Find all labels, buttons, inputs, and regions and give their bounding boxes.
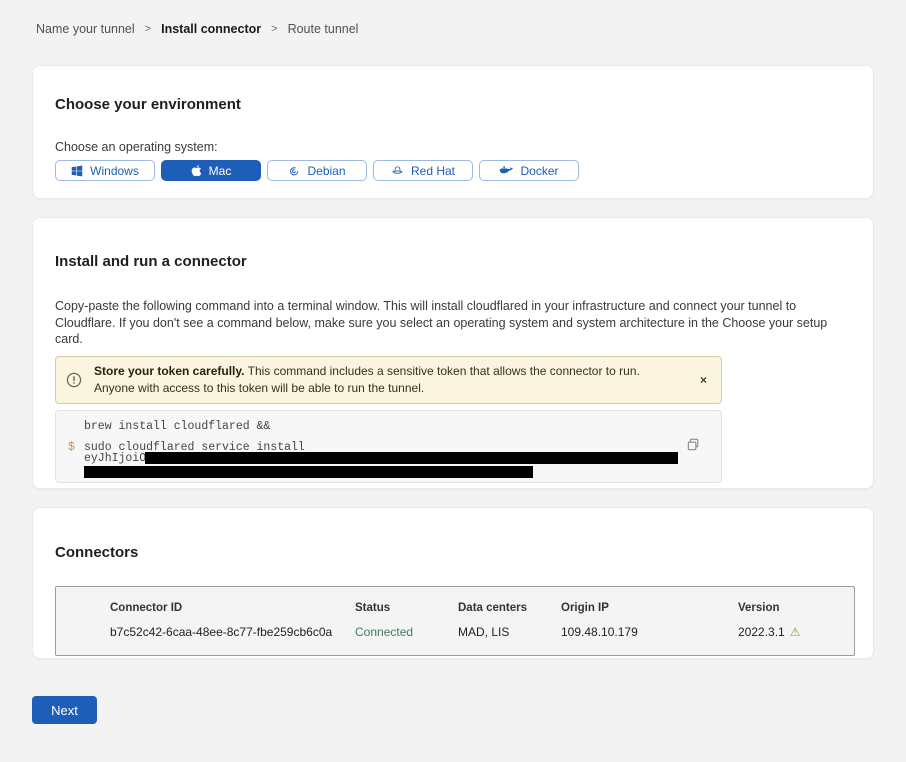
os-button-redhat[interactable]: Red Hat [373, 160, 473, 181]
token-redaction-bar [84, 466, 533, 478]
breadcrumb-separator: > [271, 23, 277, 35]
install-connector-card: Install and run a connector Copy-paste t… [32, 217, 874, 489]
status-badge: Connected [355, 625, 458, 639]
token-prefix: eyJhIjoiO [84, 452, 146, 465]
os-button-label: Docker [520, 164, 558, 178]
connectors-card-title: Connectors [55, 544, 851, 561]
os-button-row: Windows Mac Debian Red Hat Docker [55, 160, 851, 181]
version-warning-icon: ⚠ [790, 625, 801, 639]
copy-icon[interactable] [686, 437, 701, 455]
connectors-card: Connectors Connector ID Status Data cent… [32, 507, 874, 659]
version-number: 2022.3.1 [738, 625, 785, 639]
os-button-windows[interactable]: Windows [55, 160, 155, 181]
alert-circle-icon [66, 372, 82, 388]
code-line-1: brew install cloudflared && [84, 420, 270, 433]
banner-close-icon[interactable]: × [700, 374, 707, 386]
header-connector-id: Connector ID [110, 602, 355, 614]
choose-environment-card: Choose your environment Choose an operat… [32, 65, 874, 199]
cell-version: 2022.3.1 ⚠ [738, 625, 854, 639]
connectors-table: Connector ID Status Data centers Origin … [55, 586, 855, 656]
token-warning-text: Store your token carefully. This command… [94, 363, 672, 396]
token-warning-bold: Store your token carefully. [94, 364, 245, 378]
header-origin-ip: Origin IP [561, 602, 738, 614]
header-status: Status [355, 602, 458, 614]
breadcrumb-route-tunnel[interactable]: Route tunnel [288, 22, 359, 36]
cell-data-centers: MAD, LIS [458, 625, 561, 639]
install-description: Copy-paste the following command into a … [55, 298, 851, 348]
os-button-label: Red Hat [411, 164, 455, 178]
connectors-table-header: Connector ID Status Data centers Origin … [110, 602, 854, 614]
os-button-mac[interactable]: Mac [161, 160, 261, 181]
token-warning-banner: Store your token carefully. This command… [55, 356, 722, 404]
redhat-logo-icon [391, 164, 404, 177]
shell-prompt: $ [68, 441, 75, 454]
os-button-label: Debian [307, 164, 345, 178]
breadcrumb: Name your tunnel > Install connector > R… [36, 22, 906, 36]
next-button[interactable]: Next [32, 696, 97, 724]
os-button-docker[interactable]: Docker [479, 160, 579, 181]
install-command-codeblock: brew install cloudflared && $ sudo cloud… [55, 410, 722, 483]
apple-logo-icon [191, 164, 202, 177]
windows-logo-icon [71, 165, 83, 177]
cell-origin-ip: 109.48.10.179 [561, 625, 738, 639]
header-data-centers: Data centers [458, 602, 561, 614]
install-card-title: Install and run a connector [55, 253, 851, 270]
os-button-label: Mac [209, 164, 232, 178]
breadcrumb-separator: > [145, 23, 151, 35]
os-button-debian[interactable]: Debian [267, 160, 367, 181]
table-row: b7c52c42-6caa-48ee-8c77-fbe259cb6c0a Con… [110, 625, 854, 639]
breadcrumb-name-your-tunnel[interactable]: Name your tunnel [36, 22, 135, 36]
os-select-label: Choose an operating system: [55, 140, 851, 154]
environment-card-title: Choose your environment [55, 96, 851, 113]
debian-logo-icon [288, 165, 300, 177]
docker-logo-icon [499, 165, 513, 176]
token-redaction-bar [145, 452, 678, 464]
os-button-label: Windows [90, 164, 139, 178]
cell-connector-id: b7c52c42-6caa-48ee-8c77-fbe259cb6c0a [110, 625, 355, 639]
header-version: Version [738, 602, 854, 614]
breadcrumb-install-connector[interactable]: Install connector [161, 22, 261, 36]
